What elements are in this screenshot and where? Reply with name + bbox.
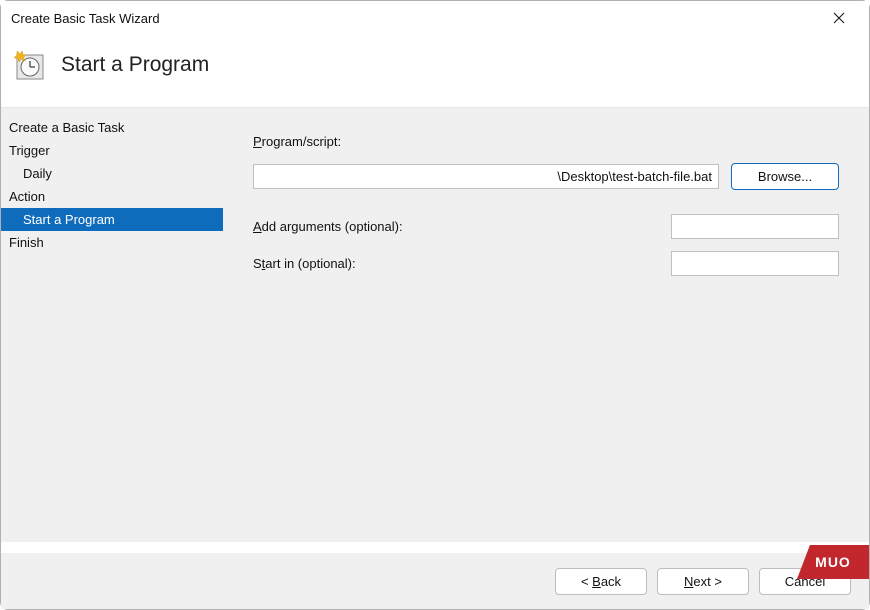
main-panel: Program/script: Browse... Add arguments … (223, 108, 869, 542)
wizard-footer: < Back Next > Cancel (1, 553, 869, 609)
step-start-a-program[interactable]: Start a Program (1, 208, 223, 231)
program-script-label: Program/script: (253, 134, 341, 149)
add-arguments-input[interactable] (671, 214, 839, 239)
program-script-input[interactable] (253, 164, 719, 189)
titlebar: Create Basic Task Wizard (1, 1, 869, 35)
back-button[interactable]: < Back (555, 568, 647, 595)
start-in-input[interactable] (671, 251, 839, 276)
close-button[interactable] (819, 1, 859, 35)
next-button[interactable]: Next > (657, 568, 749, 595)
step-trigger[interactable]: Trigger (1, 139, 223, 162)
wizard-steps-sidebar: Create a Basic Task Trigger Daily Action… (1, 108, 223, 542)
add-arguments-label: Add arguments (optional): (253, 219, 403, 234)
start-in-label: Start in (optional): (253, 256, 356, 271)
page-title: Start a Program (61, 53, 209, 77)
step-daily[interactable]: Daily (1, 162, 223, 185)
window-title: Create Basic Task Wizard (11, 11, 160, 26)
content-area: Create a Basic Task Trigger Daily Action… (1, 108, 869, 542)
step-action[interactable]: Action (1, 185, 223, 208)
wizard-header: Start a Program (1, 35, 869, 108)
muo-watermark: MUO (797, 545, 869, 579)
clock-new-icon (13, 49, 45, 81)
close-icon (833, 12, 845, 24)
browse-button[interactable]: Browse... (731, 163, 839, 190)
step-create-basic-task[interactable]: Create a Basic Task (1, 116, 223, 139)
step-finish[interactable]: Finish (1, 231, 223, 254)
